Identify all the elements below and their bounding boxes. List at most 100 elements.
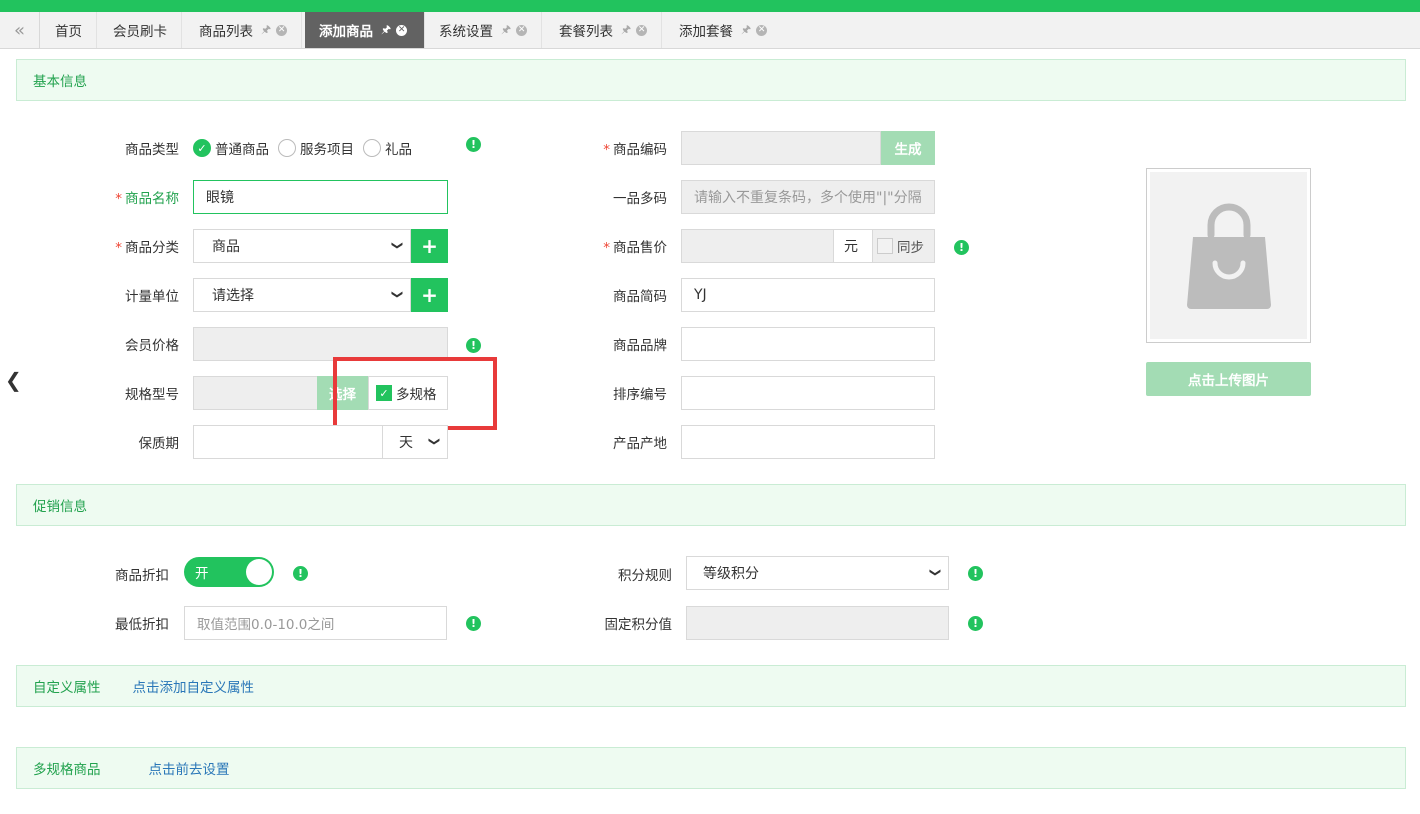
section-multi-spec: 多规格商品 点击前去设置 xyxy=(16,747,1406,789)
pin-icon[interactable]: 🖈 xyxy=(741,21,751,40)
multi-code-label: 一品多码 xyxy=(613,191,667,207)
info-icon[interactable]: ! xyxy=(466,338,481,353)
close-icon[interactable]: ✕ xyxy=(756,24,768,36)
sort-number-label: 排序编号 xyxy=(613,387,667,403)
pin-icon[interactable]: 🖈 xyxy=(621,21,631,40)
close-icon[interactable]: ✕ xyxy=(276,24,288,36)
section-promotion-info: 促销信息 xyxy=(16,484,1406,526)
info-icon[interactable]: ! xyxy=(968,616,983,631)
info-icon[interactable]: ! xyxy=(466,616,481,631)
close-icon[interactable]: ✕ xyxy=(636,24,648,36)
section-title: 自定义属性 xyxy=(33,680,101,696)
short-code-input[interactable]: YJ xyxy=(681,278,935,312)
spec-select-button[interactable]: 选择 xyxy=(317,376,368,410)
multi-code-input[interactable]: 请输入不重复条码，多个使用"|"分隔 xyxy=(681,180,935,214)
check-icon: ✓ xyxy=(193,139,211,157)
tab-system-settings[interactable]: 系统设置 🖈 ✕ xyxy=(425,12,543,48)
radio-service-item[interactable]: 服务项目 xyxy=(278,138,354,158)
tab-bar: « 首页 会员刷卡 商品列表 🖈 ✕ 添加商品 🖈 ✕ 系统设置 🖈 ✕ 套餐列… xyxy=(0,12,1420,49)
add-unit-button[interactable]: + xyxy=(411,278,448,312)
tab-label: 首页 xyxy=(55,24,82,40)
tab-home[interactable]: 首页 xyxy=(41,12,97,48)
pin-icon[interactable]: 🖈 xyxy=(501,21,511,40)
origin-input[interactable] xyxy=(681,425,935,459)
product-image-placeholder[interactable] xyxy=(1146,168,1311,343)
member-price-label: 会员价格 xyxy=(125,338,179,354)
info-icon[interactable]: ! xyxy=(293,566,308,581)
product-type-label: 商品类型 xyxy=(125,142,179,158)
category-label: * 商品分类 xyxy=(115,240,179,256)
chevron-down-icon: ❯ xyxy=(928,567,942,578)
tab-product-list[interactable]: 商品列表 🖈 ✕ xyxy=(185,12,303,48)
fixed-points-input[interactable] xyxy=(686,606,949,640)
unit-select[interactable]: 请选择 ❯ xyxy=(193,278,411,312)
upload-image-button[interactable]: 点击上传图片 xyxy=(1146,362,1311,396)
section-title: 促销信息 xyxy=(33,499,87,515)
currency-unit: 元 xyxy=(833,229,873,263)
add-custom-attribute-link[interactable]: 点击添加自定义属性 xyxy=(133,676,255,696)
tab-label: 添加套餐 xyxy=(679,24,733,40)
plus-icon: + xyxy=(421,234,438,258)
shelf-life-unit-select[interactable]: 天 ❯ xyxy=(382,425,448,459)
tab-label: 添加商品 xyxy=(319,24,373,40)
unit-label: 计量单位 xyxy=(125,289,179,305)
close-icon[interactable]: ✕ xyxy=(516,24,528,36)
generate-code-button[interactable]: 生成 xyxy=(881,131,935,165)
brand-label: 商品品牌 xyxy=(613,338,667,354)
section-basic-info: 基本信息 xyxy=(16,59,1406,101)
top-accent-bar xyxy=(0,0,1420,12)
info-icon[interactable]: ! xyxy=(954,240,969,255)
sale-price-input[interactable] xyxy=(681,229,834,263)
chevron-down-icon: ❯ xyxy=(390,240,404,251)
info-icon[interactable]: ! xyxy=(466,137,481,152)
spec-input[interactable] xyxy=(193,376,318,410)
tab-add-product[interactable]: 添加商品 🖈 ✕ xyxy=(305,12,425,48)
shelf-life-label: 保质期 xyxy=(138,436,180,452)
chevron-down-icon: ❯ xyxy=(390,289,404,300)
points-rule-label: 积分规则 xyxy=(618,568,672,584)
min-discount-input[interactable]: 取值范围0.0-10.0之间 xyxy=(184,606,447,640)
sync-checkbox[interactable]: 同步 xyxy=(872,229,935,263)
pin-icon[interactable]: 🖈 xyxy=(261,21,271,40)
tab-package-list[interactable]: 套餐列表 🖈 ✕ xyxy=(545,12,663,48)
tab-label: 会员刷卡 xyxy=(113,24,167,40)
plus-icon: + xyxy=(421,283,438,307)
go-settings-link[interactable]: 点击前去设置 xyxy=(149,758,230,778)
chevron-down-icon: ❯ xyxy=(427,436,441,447)
origin-label: 产品产地 xyxy=(613,436,667,452)
category-select[interactable]: 商品 ❯ xyxy=(193,229,411,263)
product-name-input[interactable]: 眼镜 xyxy=(193,180,448,214)
tab-label: 套餐列表 xyxy=(559,24,613,40)
member-price-input[interactable] xyxy=(193,327,448,361)
radio-normal-product[interactable]: ✓ 普通商品 xyxy=(193,138,269,158)
tab-member-card[interactable]: 会员刷卡 xyxy=(99,12,182,48)
shelf-life-input[interactable] xyxy=(193,425,383,459)
short-code-label: 商品简码 xyxy=(613,289,667,305)
discount-label: 商品折扣 xyxy=(115,568,169,584)
sort-number-input[interactable] xyxy=(681,376,935,410)
points-rule-select[interactable]: 等级积分 ❯ xyxy=(686,556,949,590)
pin-icon[interactable]: 🖈 xyxy=(381,21,391,40)
close-icon[interactable]: ✕ xyxy=(396,24,408,36)
add-category-button[interactable]: + xyxy=(411,229,448,263)
discount-toggle[interactable]: 开 xyxy=(184,557,274,587)
sale-price-label: * 商品售价 xyxy=(603,240,667,256)
shopping-bag-icon xyxy=(1186,203,1271,309)
check-icon: ✓ xyxy=(376,385,392,401)
radio-circle xyxy=(363,139,381,157)
info-icon[interactable]: ! xyxy=(968,566,983,581)
toggle-knob xyxy=(246,559,272,585)
chevron-left-icon[interactable]: ❮ xyxy=(5,368,22,392)
section-title: 基本信息 xyxy=(33,74,87,90)
product-name-label: * 商品名称 xyxy=(115,191,179,207)
multi-spec-checkbox[interactable]: ✓ 多规格 xyxy=(368,376,448,410)
radio-circle xyxy=(278,139,296,157)
brand-input[interactable] xyxy=(681,327,935,361)
tab-scroll-left-icon[interactable]: « xyxy=(0,12,40,48)
spec-label: 规格型号 xyxy=(125,387,179,403)
tab-label: 系统设置 xyxy=(439,24,493,40)
radio-gift[interactable]: 礼品 xyxy=(363,138,412,158)
tab-add-package[interactable]: 添加套餐 🖈 ✕ xyxy=(665,12,781,48)
checkbox xyxy=(877,238,893,254)
product-code-input[interactable] xyxy=(681,131,881,165)
